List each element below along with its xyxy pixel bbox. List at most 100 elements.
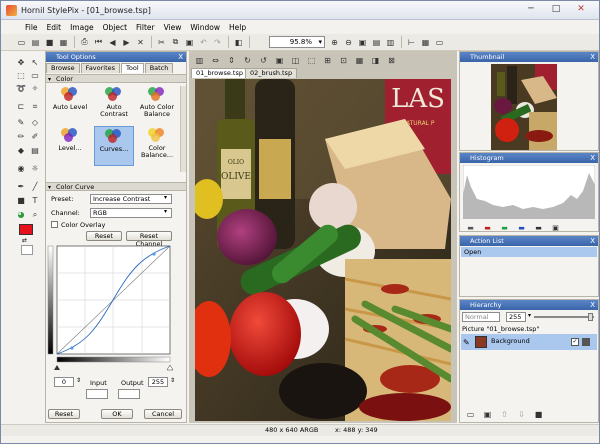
input-min-stepper-icon[interactable]: ⇕ xyxy=(76,377,81,384)
brush-icon[interactable]: ✏ xyxy=(15,131,27,143)
tool-options-close-icon[interactable]: X xyxy=(178,52,183,62)
zoom-tool-icon[interactable]: ⌕ xyxy=(29,209,41,221)
close-doc-icon[interactable]: ✕ xyxy=(134,36,147,49)
doc-tool-2-icon[interactable]: ⇔ xyxy=(209,54,222,67)
menu-image[interactable]: Image xyxy=(70,23,94,32)
crop-select-icon[interactable]: ⬚ xyxy=(15,70,27,82)
histogram-green-icon[interactable]: ▬ xyxy=(498,221,511,234)
layer-down-icon[interactable]: ⇩ xyxy=(515,408,528,421)
eraser-icon[interactable]: ◇ xyxy=(29,117,41,129)
slice-icon[interactable]: ⌗ xyxy=(29,101,41,113)
close-button[interactable]: ✕ xyxy=(571,3,591,16)
copy-icon[interactable]: ⧉ xyxy=(169,36,182,49)
doc-tool-9-icon[interactable]: ⊞ xyxy=(321,54,334,67)
input-max-field[interactable]: 255 xyxy=(148,377,168,387)
action-list-item[interactable]: Open xyxy=(461,247,597,257)
save-all-icon[interactable]: ▦ xyxy=(57,36,70,49)
thumbnail-close-icon[interactable]: X xyxy=(590,52,595,62)
menu-view[interactable]: View xyxy=(164,23,182,32)
color-scrollbar[interactable] xyxy=(180,86,186,172)
cut-icon[interactable]: ✂ xyxy=(155,36,168,49)
ok-button[interactable]: OK xyxy=(101,409,133,419)
menu-filter[interactable]: Filter xyxy=(136,23,155,32)
doc-tool-4-icon[interactable]: ↻ xyxy=(241,54,254,67)
text-icon[interactable]: T xyxy=(29,195,41,207)
panel-toggle-icon[interactable]: ◧ xyxy=(232,36,245,49)
ruler-icon[interactable]: ⊢ xyxy=(405,36,418,49)
auto-contrast-item[interactable]: Auto Contrast xyxy=(94,87,134,118)
color-curve-section-header[interactable]: Color Curve xyxy=(46,182,186,192)
menu-edit[interactable]: Edit xyxy=(47,23,62,32)
histogram-refresh-icon[interactable]: ▣ xyxy=(549,221,562,234)
rect-select-icon[interactable]: ▭ xyxy=(29,70,41,82)
menu-file[interactable]: File xyxy=(25,23,38,32)
opacity-slider[interactable] xyxy=(534,316,594,318)
undo-icon[interactable]: ↶ xyxy=(197,36,210,49)
shape-icon[interactable]: ■ xyxy=(15,195,27,207)
menu-help[interactable]: Help xyxy=(229,23,246,32)
next-icon[interactable]: ▶ xyxy=(120,36,133,49)
delete-layer-icon[interactable]: ■ xyxy=(532,408,545,421)
first-icon[interactable]: ⏮ xyxy=(92,36,105,49)
doc-tab-02-brush[interactable]: 02_brush.tsp xyxy=(245,68,298,78)
zoom-in-icon[interactable]: ⊕ xyxy=(328,36,341,49)
tab-favorites[interactable]: Favorites xyxy=(80,63,121,73)
doc-tool-10-icon[interactable]: ⊡ xyxy=(337,54,350,67)
menu-object[interactable]: Object xyxy=(103,23,127,32)
hierarchy-close-icon[interactable]: X xyxy=(590,300,595,310)
gradient-icon[interactable]: ▤ xyxy=(29,145,41,157)
doc-tool-3-icon[interactable]: ⇕ xyxy=(225,54,238,67)
opacity-slider-handle[interactable] xyxy=(588,313,593,321)
blend-mode-select[interactable]: Normal xyxy=(462,312,500,322)
pointer-tool-icon[interactable]: ↖ xyxy=(29,57,41,69)
auto-color-balance-item[interactable]: Auto Color Balance xyxy=(137,87,177,118)
preset-select[interactable]: Increase Contrast xyxy=(90,194,172,204)
lasso-icon[interactable]: ➰ xyxy=(15,83,27,95)
prev-icon[interactable]: ◀ xyxy=(106,36,119,49)
channel-select[interactable]: RGB xyxy=(90,208,172,218)
open-file-icon[interactable]: ▤ xyxy=(29,36,42,49)
layer-lock-icon[interactable] xyxy=(582,338,590,346)
color-overlay-checkbox[interactable] xyxy=(51,221,58,228)
fit-screen-icon[interactable]: ▥ xyxy=(384,36,397,49)
blur-icon[interactable]: ☼ xyxy=(29,163,41,175)
new-layer-icon[interactable]: ▭ xyxy=(464,408,477,421)
maximize-button[interactable]: □ xyxy=(546,3,566,16)
line-icon[interactable]: ╱ xyxy=(29,181,41,193)
histogram-luminance-icon[interactable]: ▬ xyxy=(532,221,545,234)
crop-icon[interactable]: ⊏ xyxy=(15,101,27,113)
histogram-blue-icon[interactable]: ▬ xyxy=(515,221,528,234)
layer-row[interactable]: ✎ Background ✓ xyxy=(461,334,597,350)
redo-icon[interactable]: ↷ xyxy=(211,36,224,49)
tab-browse[interactable]: Browse xyxy=(46,63,80,73)
channel-dropdown-icon[interactable]: ▾ xyxy=(164,208,167,215)
menu-window[interactable]: Window xyxy=(190,23,220,32)
reset-button[interactable]: Reset xyxy=(48,409,80,419)
output-value-field[interactable] xyxy=(118,389,140,399)
foreground-color-swatch[interactable] xyxy=(19,224,33,235)
save-icon[interactable]: ■ xyxy=(43,36,56,49)
tab-batch[interactable]: Batch xyxy=(144,63,174,73)
input-max-stepper-icon[interactable]: ⇕ xyxy=(170,377,175,384)
doc-tool-1-icon[interactable]: ▥ xyxy=(193,54,206,67)
curve-editor[interactable] xyxy=(46,244,176,380)
input-min-field[interactable]: 0 xyxy=(54,377,74,387)
doc-tool-12-icon[interactable]: ◨ xyxy=(369,54,382,67)
doc-tool-13-icon[interactable]: ⊠ xyxy=(385,54,398,67)
swap-colors-icon[interactable]: ⇄ xyxy=(22,237,27,244)
magic-wand-icon[interactable]: ✧ xyxy=(29,83,41,95)
zoom-out-icon[interactable]: ⊖ xyxy=(342,36,355,49)
input-value-field[interactable] xyxy=(86,389,108,399)
histogram-rgb-icon[interactable]: ▬ xyxy=(464,221,477,234)
background-color-swatch[interactable] xyxy=(21,245,33,255)
level-item[interactable]: Level... xyxy=(50,128,90,152)
auto-level-item[interactable]: Auto Level xyxy=(50,87,90,111)
actual-size-icon[interactable]: ▤ xyxy=(370,36,383,49)
doc-tool-8-icon[interactable]: ⬚ xyxy=(305,54,318,67)
tab-tool[interactable]: Tool xyxy=(121,63,144,73)
histogram-close-icon[interactable]: X xyxy=(590,153,595,163)
pencil-icon[interactable]: ✐ xyxy=(29,131,41,143)
layer-up-icon[interactable]: ⇧ xyxy=(498,408,511,421)
color-picker-icon[interactable]: ◕ xyxy=(15,209,27,221)
color-balance-item[interactable]: Color Balance... xyxy=(137,128,177,159)
